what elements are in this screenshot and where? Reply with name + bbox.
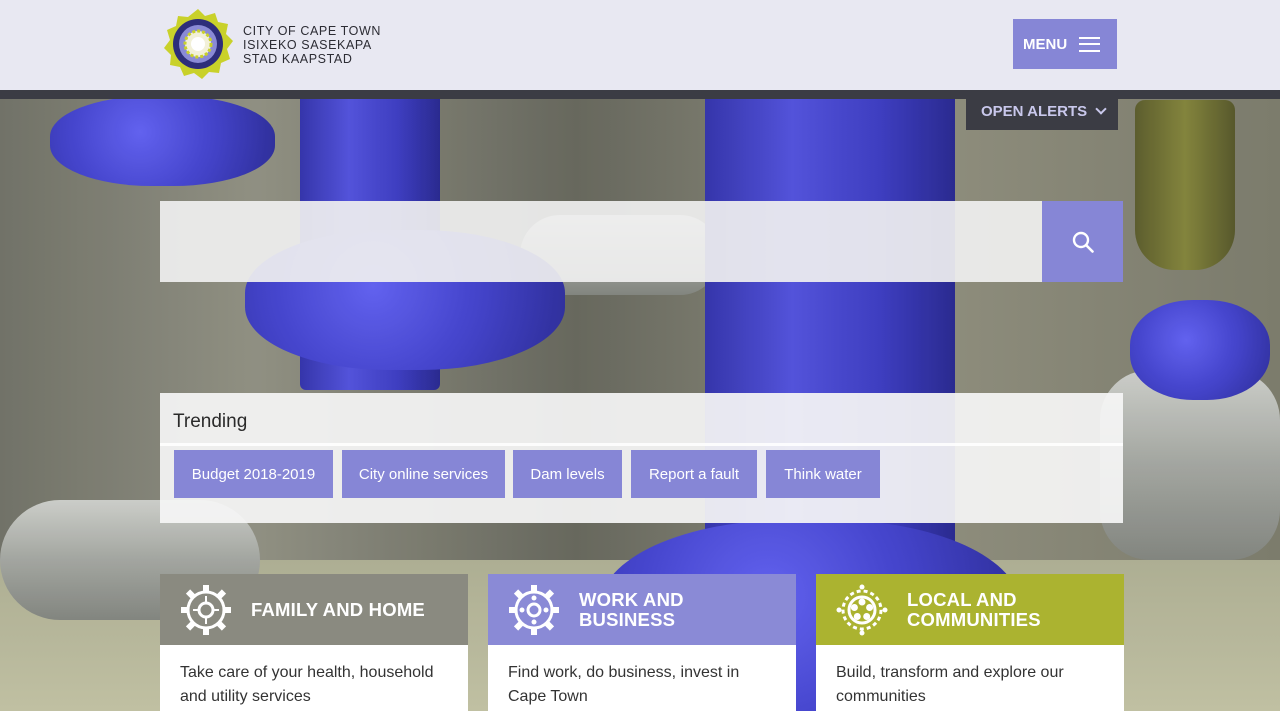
city-name[interactable]: CITY OF CAPE TOWN ISIXEKO SASEKAPA STAD …: [243, 24, 381, 66]
city-name-english: CITY OF CAPE TOWN: [243, 24, 381, 38]
card-description: Find work, do business, invest in Cape T…: [488, 645, 796, 711]
card-title: WORK AND BUSINESS: [579, 588, 684, 630]
city-logo-icon[interactable]: [162, 8, 234, 80]
city-name-xhosa: ISIXEKO SASEKAPA: [243, 38, 372, 52]
card-title: FAMILY AND HOME: [251, 598, 425, 620]
hamburger-icon: [1079, 36, 1101, 52]
search-icon: [1072, 231, 1094, 253]
card-local-and-communities[interactable]: LOCAL AND COMMUNITIES Build, transform a…: [816, 574, 1124, 711]
city-name-afrikaans: STAD KAAPSTAD: [243, 52, 353, 66]
trending-link-think-water[interactable]: Think water: [766, 450, 880, 498]
family-gear-icon: [181, 585, 231, 635]
menu-label: MENU: [1023, 35, 1068, 53]
business-gear-icon: [509, 585, 559, 635]
trending-divider: [160, 443, 1123, 446]
card-family-and-home[interactable]: FAMILY AND HOME Take care of your health…: [160, 574, 468, 711]
trending-panel: Trending Budget 2018-2019 City online se…: [160, 393, 1123, 523]
menu-button[interactable]: MENU: [1013, 19, 1117, 69]
card-description: Build, transform and explore our communi…: [816, 645, 1124, 711]
card-header[interactable]: LOCAL AND COMMUNITIES: [816, 574, 1124, 645]
open-alerts-label: OPEN ALERTS: [981, 102, 1088, 120]
site-header: CITY OF CAPE TOWN ISIXEKO SASEKAPA STAD …: [0, 0, 1280, 90]
search-input[interactable]: [160, 201, 1042, 282]
card-header[interactable]: FAMILY AND HOME: [160, 574, 468, 645]
trending-link-online-services[interactable]: City online services: [342, 450, 505, 498]
chevron-down-icon: [1095, 103, 1107, 115]
card-description: Take care of your health, household and …: [160, 645, 468, 711]
community-flower-icon: [836, 584, 888, 636]
card-work-and-business[interactable]: WORK AND BUSINESS Find work, do business…: [488, 574, 796, 711]
card-title: LOCAL AND COMMUNITIES: [907, 588, 1041, 630]
trending-link-budget[interactable]: Budget 2018-2019: [174, 450, 333, 498]
open-alerts-button[interactable]: OPEN ALERTS: [966, 92, 1118, 130]
trending-title: Trending: [173, 411, 248, 432]
search-button[interactable]: [1042, 201, 1123, 282]
card-header[interactable]: WORK AND BUSINESS: [488, 574, 796, 645]
trending-link-report-fault[interactable]: Report a fault: [631, 450, 757, 498]
trending-link-dam-levels[interactable]: Dam levels: [513, 450, 622, 498]
